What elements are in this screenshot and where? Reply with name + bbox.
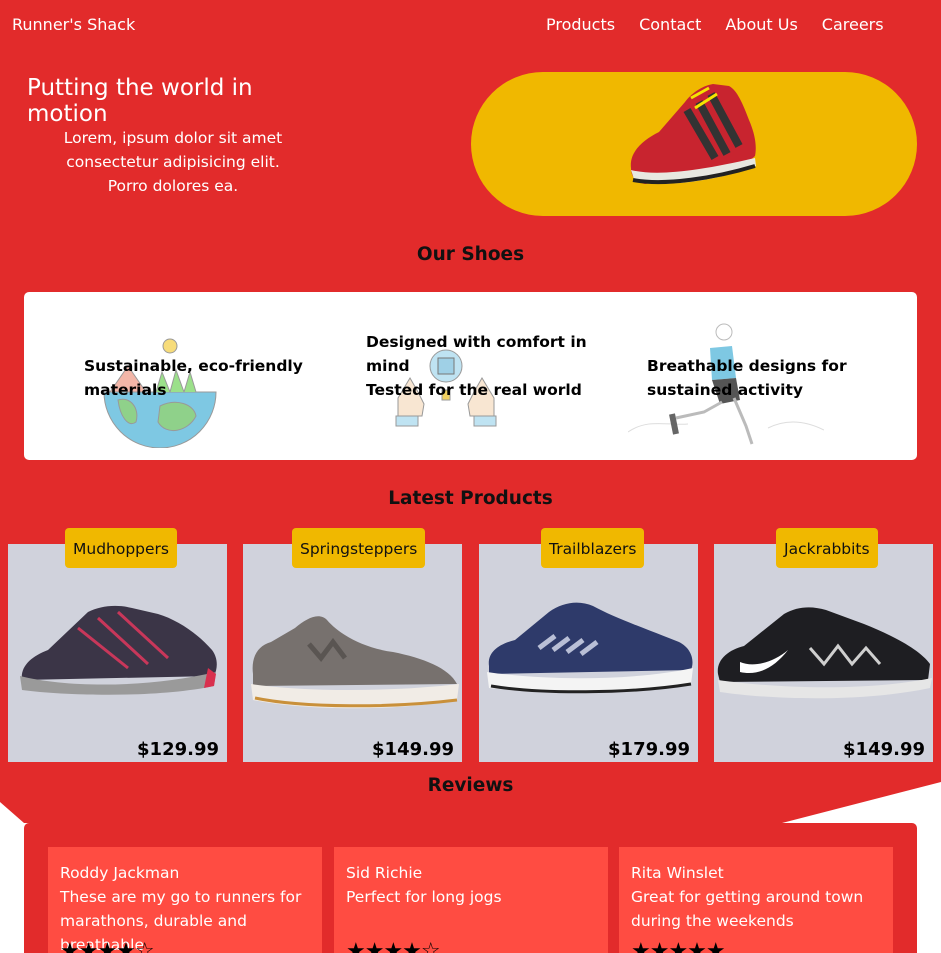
mudhoppers-shoe-image <box>20 605 217 695</box>
product-price: $149.99 <box>843 739 925 760</box>
reviewer-name: Rita Winslet <box>631 864 724 882</box>
springsteppers-shoe-image <box>251 616 459 709</box>
product-price: $129.99 <box>137 739 219 760</box>
star-rating: ★★★★☆ <box>60 939 155 953</box>
nav-contact[interactable]: Contact <box>639 15 701 34</box>
feature-breathable: Breathable designs for sustained activit… <box>647 357 847 399</box>
our-shoes-heading: Our Shoes <box>416 244 525 265</box>
reviewer-name: Roddy Jackman <box>60 864 180 882</box>
hero-title: Putting the world in motion <box>27 75 253 127</box>
product-name-badge: Springsteppers <box>292 528 426 568</box>
main-nav: Products Contact About Us Careers <box>546 15 908 34</box>
feature-comfort: Designed with comfort in mind Tested for… <box>366 333 587 399</box>
product-card-trailblazers[interactable]: $179.99 <box>479 544 698 762</box>
review-text: Great for getting around town during the… <box>631 888 864 930</box>
reviewer-name: Sid Richie <box>346 864 423 882</box>
features-panel: Sustainable, eco-friendly materials Desi… <box>24 292 917 460</box>
product-price: $179.99 <box>608 739 690 760</box>
product-name-badge: Jackrabbits <box>776 528 878 568</box>
reviews-heading: Reviews <box>427 775 514 796</box>
review-card-sid: Sid Richie Perfect for long jogs ★★★★☆ <box>334 847 608 953</box>
brand-logo[interactable]: Runner's Shack <box>12 15 135 34</box>
star-rating: ★★★★★ <box>631 939 726 953</box>
review-card-roddy: Roddy Jackman These are my go to runners… <box>48 847 322 953</box>
hero-shoe-image <box>630 84 756 185</box>
jackrabbits-shoe-image <box>717 607 932 699</box>
trailblazers-shoe-image <box>487 602 693 694</box>
nav-about-us[interactable]: About Us <box>725 15 797 34</box>
review-text: Perfect for long jogs <box>346 888 502 906</box>
product-card-springsteppers[interactable]: $149.99 <box>243 544 462 762</box>
product-card-mudhoppers[interactable]: $129.99 <box>8 544 227 762</box>
nav-careers[interactable]: Careers <box>822 15 884 34</box>
review-card-rita: Rita Winslet Great for getting around to… <box>619 847 893 953</box>
feature-eco: Sustainable, eco-friendly materials <box>84 357 303 399</box>
product-name-badge: Mudhoppers <box>65 528 178 568</box>
product-price: $149.99 <box>372 739 454 760</box>
product-name-badge: Trailblazers <box>541 528 645 568</box>
product-card-jackrabbits[interactable]: $149.99 <box>714 544 933 762</box>
nav-products[interactable]: Products <box>546 15 615 34</box>
latest-products-heading: Latest Products <box>388 488 553 509</box>
hero-text: Lorem, ipsum dolor sit amet consectetur … <box>63 129 283 195</box>
star-rating: ★★★★☆ <box>346 939 441 953</box>
